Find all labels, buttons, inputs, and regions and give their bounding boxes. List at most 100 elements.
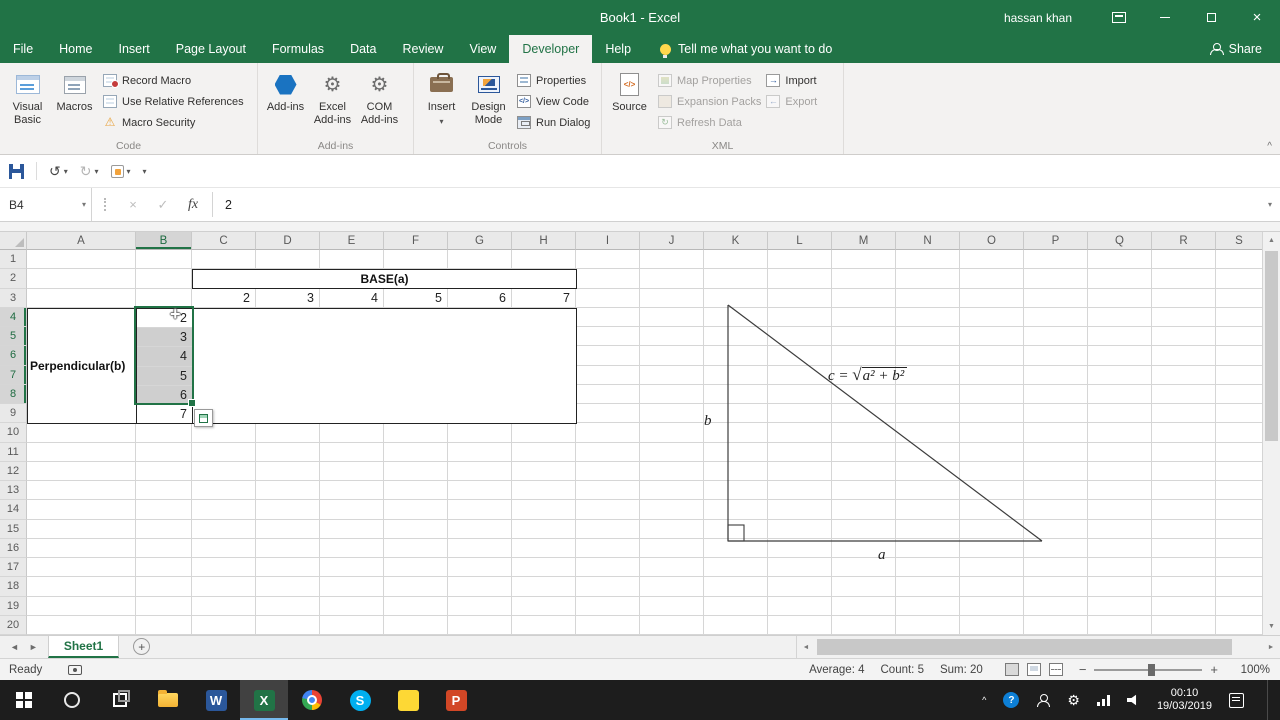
cell-region[interactable] [27, 538, 136, 558]
column-header-D[interactable]: D [256, 232, 320, 250]
cell-region[interactable] [136, 577, 192, 597]
cell-region[interactable] [136, 481, 192, 501]
undo-dropdown-icon[interactable]: ▾ [64, 167, 68, 176]
ribbon-display-options-button[interactable] [1096, 0, 1142, 35]
normal-view-icon[interactable] [1004, 663, 1019, 676]
column-header-L[interactable]: L [768, 232, 832, 250]
cell-region[interactable] [192, 615, 1262, 635]
cell-region[interactable] [192, 346, 1262, 366]
network-tray-icon[interactable] [1096, 694, 1110, 706]
column-header-Q[interactable]: Q [1088, 232, 1152, 250]
sheet-nav-left-icon[interactable]: ◄ [10, 642, 19, 652]
tab-insert[interactable]: Insert [106, 35, 163, 63]
cell-region[interactable] [136, 500, 192, 520]
row-header-18[interactable]: 18 [0, 577, 27, 597]
macros-button[interactable]: Macros [51, 66, 98, 114]
macro-security-button[interactable]: ⚠ Macro Security [103, 116, 244, 129]
redo-dropdown-icon[interactable]: ▾ [94, 167, 98, 176]
row-header-17[interactable]: 17 [0, 558, 27, 578]
cell-region[interactable] [192, 307, 1262, 327]
add-ins-button[interactable]: Add-ins [262, 66, 309, 114]
cell-region[interactable] [192, 596, 1262, 616]
tab-developer[interactable]: Developer [509, 35, 593, 63]
cell-region[interactable] [136, 538, 192, 558]
cell-region[interactable] [192, 519, 1262, 539]
row-header-10[interactable]: 10 [0, 423, 27, 443]
row-header-3[interactable]: 3 [0, 288, 27, 308]
tell-me-box[interactable]: Tell me what you want to do [660, 35, 832, 63]
redo-button[interactable]: ↻ ▾ [80, 163, 99, 180]
cell-region[interactable] [27, 307, 136, 327]
row-header-15[interactable]: 15 [0, 519, 27, 539]
cell-region[interactable] [136, 288, 192, 308]
cell-region[interactable] [192, 538, 1262, 558]
cancel-button[interactable]: × [118, 188, 148, 221]
save-button[interactable] [9, 163, 24, 179]
cell-region[interactable] [136, 269, 192, 289]
hscroll-left-icon[interactable]: ◄ [797, 644, 815, 651]
row-header-14[interactable]: 14 [0, 500, 27, 520]
cell-region[interactable] [27, 461, 136, 481]
tray-expand-icon[interactable]: ^ [982, 695, 986, 705]
cell-region[interactable] [192, 384, 1262, 404]
new-sheet-button[interactable]: + [133, 638, 151, 655]
cell-region[interactable] [192, 423, 1262, 443]
column-header-O[interactable]: O [960, 232, 1024, 250]
tab-view[interactable]: View [456, 35, 509, 63]
use-relative-references-button[interactable]: Use Relative References [103, 95, 244, 108]
customize-qat-button[interactable]: ▾ [143, 166, 147, 176]
row-header-1[interactable]: 1 [0, 250, 27, 270]
cell-region[interactable] [136, 442, 192, 462]
row-header-2[interactable]: 2 [0, 269, 27, 289]
column-header-M[interactable]: M [832, 232, 896, 250]
column-header-B[interactable]: B [136, 232, 192, 250]
export-button[interactable]: ← Export [766, 95, 817, 108]
cell-region[interactable] [192, 481, 1262, 501]
help-tray-icon[interactable]: ? [1003, 692, 1020, 708]
yellow-app-taskbar-button[interactable] [384, 680, 432, 720]
cell-region[interactable] [27, 423, 136, 443]
cell-region[interactable] [136, 423, 192, 443]
scroll-up-icon[interactable]: ▲ [1263, 232, 1280, 249]
excel-taskbar-button[interactable]: X [240, 680, 288, 720]
name-box[interactable]: B4 ▾ [0, 188, 92, 221]
cell-region[interactable] [192, 327, 1262, 347]
share-button[interactable]: Share [1192, 35, 1280, 63]
column-header-J[interactable]: J [640, 232, 704, 250]
file-explorer-button[interactable] [144, 680, 192, 720]
cell-region[interactable] [27, 269, 136, 289]
maximize-button[interactable] [1188, 0, 1234, 35]
touch-mode-dropdown-icon[interactable]: ▾ [127, 167, 131, 176]
row-header-8[interactable]: 8 [0, 384, 27, 404]
show-desktop-button[interactable] [1267, 680, 1272, 720]
zoom-level[interactable]: 100% [1234, 664, 1270, 676]
run-dialog-button[interactable]: Run Dialog [517, 116, 590, 129]
task-view-button[interactable] [96, 680, 144, 720]
column-header-C[interactable]: C [192, 232, 256, 250]
row-header-7[interactable]: 7 [0, 365, 27, 385]
horizontal-scrollbar[interactable]: ◄ ► [796, 636, 1280, 658]
cell-region[interactable] [136, 346, 192, 366]
cell-region[interactable] [27, 596, 136, 616]
cell-region[interactable] [27, 577, 136, 597]
formula-bar-splitter[interactable] [92, 188, 118, 221]
taskbar-clock[interactable]: 00:10 19/03/2019 [1157, 687, 1212, 713]
column-header-R[interactable]: R [1152, 232, 1216, 250]
cell-region[interactable] [27, 346, 136, 366]
page-layout-view-icon[interactable] [1026, 663, 1041, 676]
column-header-N[interactable]: N [896, 232, 960, 250]
hscroll-thumb[interactable] [817, 639, 1232, 655]
zoom-slider[interactable] [1094, 663, 1203, 676]
cell-region[interactable] [192, 365, 1262, 385]
auto-fill-options-button[interactable] [194, 409, 213, 427]
enter-button[interactable]: ✓ [148, 188, 178, 221]
cell-region[interactable] [192, 250, 1262, 270]
cell-region[interactable] [136, 307, 192, 327]
column-header-S[interactable]: S [1216, 232, 1262, 250]
column-header-I[interactable]: I [576, 232, 640, 250]
insert-function-button[interactable]: fx [178, 188, 208, 221]
tab-formulas[interactable]: Formulas [259, 35, 337, 63]
touch-mouse-mode-button[interactable]: ▾ [110, 164, 131, 178]
vscroll-thumb[interactable] [1265, 251, 1278, 441]
cell-region[interactable] [136, 404, 192, 424]
